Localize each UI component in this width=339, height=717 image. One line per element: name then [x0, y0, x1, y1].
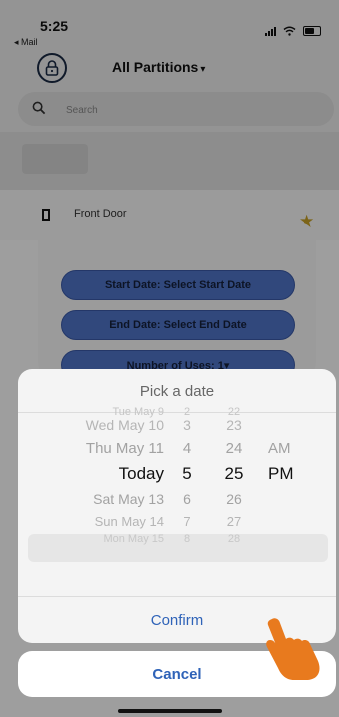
am-option[interactable]: AM — [268, 440, 291, 457]
date-option[interactable]: Wed May 10 — [86, 417, 164, 433]
minute-option[interactable]: 24 — [219, 440, 249, 457]
hour-option[interactable]: 6 — [176, 491, 198, 507]
hour-option[interactable]: 8 — [176, 533, 198, 545]
phone-screen: 5:25 ◂ Mail All Partitions ▾ Search Fron… — [0, 0, 339, 717]
pointing-hand-icon — [266, 618, 320, 680]
hour-option[interactable]: 7 — [176, 514, 198, 529]
minute-option[interactable]: 26 — [219, 491, 249, 507]
date-picker-sheet: Pick a date Tue May 9 Wed May 10 Thu May… — [18, 369, 336, 643]
date-option[interactable]: Sun May 14 — [95, 514, 164, 529]
date-wheel[interactable]: Tue May 9 Wed May 10 Thu May 11 Today Sa… — [18, 406, 336, 596]
date-option-selected[interactable]: Today — [119, 464, 164, 484]
hour-option-selected[interactable]: 5 — [176, 464, 198, 484]
minute-option-selected[interactable]: 25 — [219, 464, 249, 484]
minute-option[interactable]: 28 — [219, 533, 249, 545]
hour-option[interactable]: 3 — [176, 417, 198, 433]
home-indicator — [118, 709, 222, 713]
date-option[interactable]: Sat May 13 — [93, 491, 164, 507]
pm-option-selected[interactable]: PM — [268, 464, 294, 484]
date-option[interactable]: Thu May 11 — [86, 440, 164, 457]
minute-option[interactable]: 27 — [219, 514, 249, 529]
minute-option[interactable]: 23 — [219, 417, 249, 433]
date-option[interactable]: Mon May 15 — [103, 533, 164, 545]
hour-option[interactable]: 4 — [176, 440, 198, 457]
